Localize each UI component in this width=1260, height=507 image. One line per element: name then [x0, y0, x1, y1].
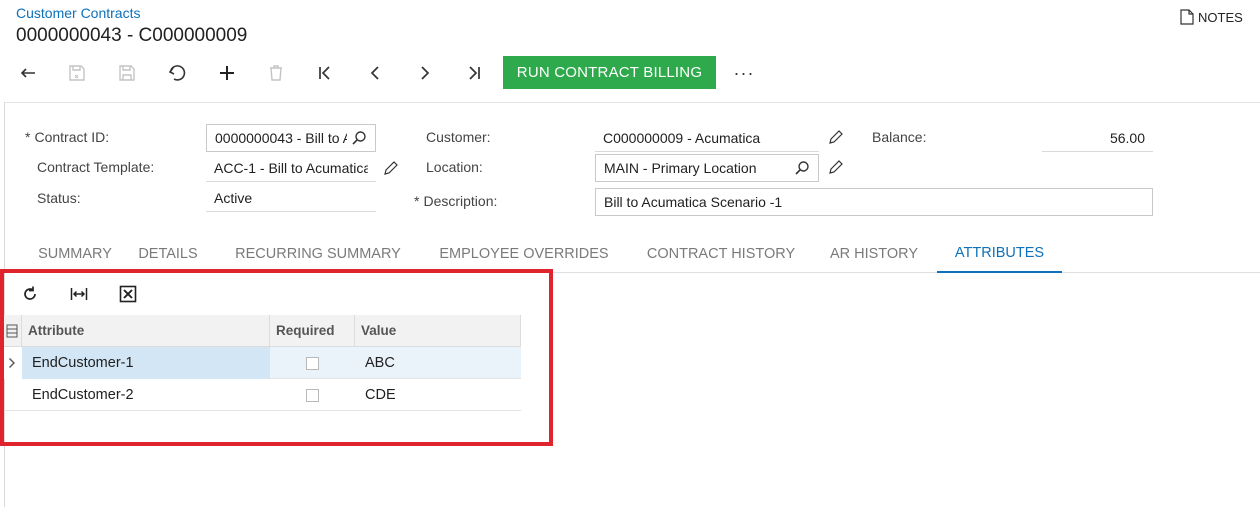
tab-summary[interactable]: SUMMARY	[20, 235, 130, 273]
chevron-right-icon	[9, 358, 15, 368]
last-icon	[469, 66, 480, 80]
notes-button[interactable]: NOTES	[1180, 9, 1243, 25]
save-icon	[119, 65, 135, 81]
column-header-value[interactable]: Value	[355, 315, 521, 347]
column-header-attribute[interactable]: Attribute	[22, 315, 270, 347]
value-cell[interactable]: ABC	[355, 347, 521, 379]
table-row[interactable]: EndCustomer-2 CDE	[4, 379, 521, 411]
table-row[interactable]: EndCustomer-1 ABC	[4, 347, 521, 379]
fit-width-icon	[70, 288, 88, 300]
status-value: Active	[214, 189, 253, 206]
page-title: 0000000043 - C000000009	[16, 25, 248, 46]
run-contract-billing-button[interactable]: RUN CONTRACT BILLING	[503, 56, 716, 89]
contract-template-value: ACC-1 - Bill to Acumatica	[214, 159, 368, 176]
balance-value: 56.00	[1109, 129, 1145, 146]
location-field[interactable]: MAIN - Primary Location	[595, 154, 819, 182]
save-button[interactable]	[109, 55, 145, 91]
edit-pencil-icon[interactable]	[383, 160, 399, 176]
row-selector[interactable]	[4, 379, 22, 411]
value-cell[interactable]: CDE	[355, 379, 521, 411]
notes-label: NOTES	[1198, 9, 1243, 25]
customer-label: Customer:	[426, 129, 491, 145]
tab-recurring-summary[interactable]: RECURRING SUMMARY	[220, 235, 416, 273]
back-button[interactable]	[10, 55, 46, 91]
column-settings-button[interactable]	[4, 315, 22, 347]
balance-field: 56.00	[1042, 124, 1153, 152]
plus-icon	[220, 66, 234, 80]
required-checkbox[interactable]	[306, 356, 319, 370]
first-record-button[interactable]	[307, 55, 343, 91]
contract-id-label: * Contract ID:	[25, 129, 110, 145]
edit-pencil-icon[interactable]	[828, 159, 844, 175]
save-close-button[interactable]	[59, 55, 95, 91]
required-cell[interactable]	[270, 379, 355, 411]
tab-attributes[interactable]: ATTRIBUTES	[937, 235, 1062, 273]
chevron-left-icon	[370, 66, 379, 80]
contract-id-value: 0000000043 - Bill to Acumatica	[215, 130, 347, 146]
contract-template-label: Contract Template:	[37, 159, 155, 175]
tab-ar-history[interactable]: AR HISTORY	[816, 235, 932, 273]
description-value: Bill to Acumatica Scenario -1	[604, 194, 783, 210]
contract-id-field[interactable]: 0000000043 - Bill to Acumatica	[206, 124, 376, 152]
previous-record-button[interactable]	[357, 55, 393, 91]
attribute-cell[interactable]: EndCustomer-2	[22, 379, 270, 411]
required-checkbox[interactable]	[306, 388, 319, 402]
customer-value: C000000009 - Acumatica	[603, 129, 761, 146]
column-config-icon	[6, 324, 18, 337]
search-icon[interactable]	[351, 130, 367, 146]
main-toolbar: RUN CONTRACT BILLING ···	[0, 55, 800, 91]
required-cell[interactable]	[270, 347, 355, 379]
document-icon	[1180, 9, 1194, 25]
tab-details[interactable]: DETAILS	[130, 235, 206, 273]
search-icon[interactable]	[794, 160, 810, 176]
balance-label: Balance:	[872, 129, 927, 145]
contract-form: *Contract ID: 0000000043 - Bill to Acuma…	[4, 102, 1260, 507]
next-record-button[interactable]	[407, 55, 443, 91]
add-button[interactable]	[209, 55, 245, 91]
chevron-right-icon	[421, 66, 430, 80]
export-excel-button[interactable]	[116, 282, 140, 306]
grid-toolbar	[18, 282, 158, 308]
attribute-cell[interactable]: EndCustomer-1	[22, 347, 270, 379]
breadcrumb[interactable]: Customer Contracts	[16, 5, 140, 21]
description-label: * Description:	[414, 193, 498, 209]
save-close-icon	[69, 65, 85, 81]
row-selector[interactable]	[4, 347, 22, 379]
more-options-button[interactable]: ···	[726, 55, 762, 91]
column-header-required[interactable]: Required	[270, 315, 355, 347]
status-field[interactable]: Active	[206, 184, 376, 212]
trash-icon	[270, 65, 282, 81]
contract-template-field[interactable]: ACC-1 - Bill to Acumatica	[206, 154, 376, 182]
status-label: Status:	[37, 190, 81, 206]
description-field[interactable]: Bill to Acumatica Scenario -1	[595, 188, 1153, 216]
edit-pencil-icon[interactable]	[828, 129, 844, 145]
refresh-icon	[24, 286, 36, 300]
location-label: Location:	[426, 159, 483, 175]
refresh-button[interactable]	[18, 282, 42, 306]
tab-contract-history[interactable]: CONTRACT HISTORY	[632, 235, 810, 273]
last-record-button[interactable]	[456, 55, 492, 91]
fit-to-screen-button[interactable]	[67, 282, 91, 306]
customer-field[interactable]: C000000009 - Acumatica	[595, 124, 819, 152]
first-icon	[319, 66, 330, 80]
undo-icon	[168, 65, 186, 81]
delete-button[interactable]	[258, 55, 294, 91]
tab-employee-overrides[interactable]: EMPLOYEE OVERRIDES	[424, 235, 624, 273]
undo-button[interactable]	[159, 55, 195, 91]
location-value: MAIN - Primary Location	[604, 160, 757, 176]
tab-bar: SUMMARY DETAILS RECURRING SUMMARY EMPLOY…	[4, 235, 1260, 273]
excel-icon	[119, 285, 137, 303]
back-arrow-icon	[20, 68, 35, 78]
